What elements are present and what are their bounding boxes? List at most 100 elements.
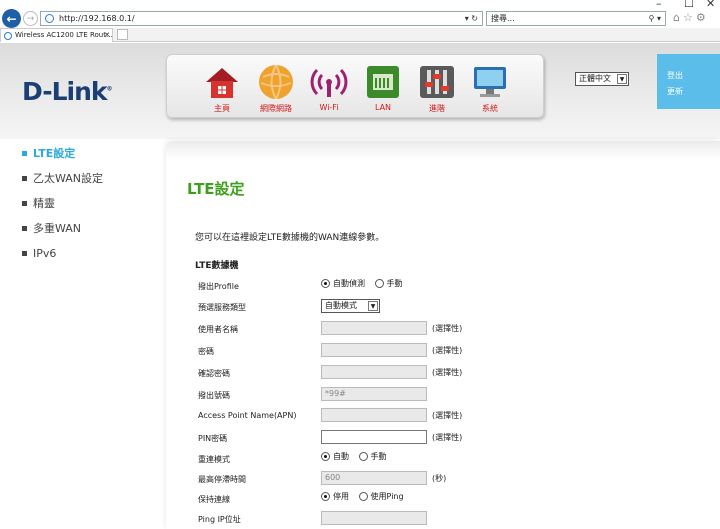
- row-dial-number: 撥出號碼 *99#: [198, 387, 718, 403]
- tab-title: Wireless AC1200 LTE Rout...: [15, 31, 113, 39]
- logout-link[interactable]: 登出: [667, 68, 720, 84]
- home-browser-icon[interactable]: ⌂: [673, 11, 683, 24]
- confirm-password-label: 確認密碼: [198, 369, 230, 378]
- bullet-icon: [22, 251, 27, 256]
- search-box[interactable]: 搜尋... ⚲ ▾: [486, 11, 666, 26]
- sidebar-item-label: 精靈: [33, 197, 55, 210]
- window-titlebar: – ☐ ✕: [0, 0, 720, 10]
- forward-button[interactable]: →: [23, 11, 38, 26]
- page-icon: [45, 14, 54, 23]
- refresh-icon[interactable]: ▾ ↻: [465, 12, 478, 25]
- pin-note: (選擇性): [432, 432, 463, 442]
- apn-label: Access Point Name(APN): [198, 411, 297, 420]
- home-icon: [203, 63, 241, 101]
- service-select[interactable]: 自動模式 ▼: [321, 299, 380, 313]
- nav-advanced[interactable]: 進階: [412, 63, 462, 115]
- sidebar-item-wizard[interactable]: 精靈: [22, 197, 152, 222]
- dlink-logo: D-Link®: [22, 77, 113, 106]
- sidebar-item-multi-wan[interactable]: 多重WAN: [22, 222, 152, 247]
- idle-time-input[interactable]: 600: [321, 471, 427, 485]
- new-tab-button[interactable]: [117, 29, 128, 40]
- keepalive-ping-radio[interactable]: [358, 492, 368, 501]
- reconnect-label: 重連模式: [198, 455, 230, 464]
- confirm-password-input[interactable]: [321, 365, 427, 379]
- idle-time-label: 最高停滯時間: [198, 475, 246, 484]
- sidebar-item-label: LTE設定: [33, 147, 76, 160]
- nav-system[interactable]: 系統: [465, 63, 515, 115]
- back-button[interactable]: ←: [2, 9, 21, 28]
- bullet-icon: [22, 176, 27, 181]
- ping-ip-label: Ping IP位址: [198, 515, 241, 524]
- pin-input[interactable]: [321, 430, 427, 444]
- sidebar-item-ethernet-wan[interactable]: 乙太WAN設定: [22, 172, 152, 197]
- profile-auto-label: 自動偵測: [333, 279, 365, 288]
- content-panel: LTE設定 您可以在這裡設定LTE數據機的WAN連線參數。 LTE數據機 撥出P…: [166, 141, 720, 529]
- nav-wifi-label: Wi-Fi: [319, 103, 339, 112]
- reconnect-auto-label: 自動: [333, 452, 349, 461]
- profile-label: 撥出Profile: [198, 282, 239, 291]
- service-label: 預選服務類型: [198, 303, 246, 312]
- profile-auto-radio[interactable]: [321, 279, 330, 288]
- wifi-icon: [310, 63, 348, 101]
- service-value: 自動模式: [325, 301, 357, 310]
- main-nav: 主頁 網際網路 Wi-Fi LAN 進階 系統: [166, 54, 544, 118]
- row-username: 使用者名稱 (選擇性): [198, 321, 718, 337]
- row-password: 密碼 (選擇性): [198, 343, 718, 359]
- sidebar-item-ipv6[interactable]: IPv6: [22, 247, 152, 272]
- chevron-down-icon: ▼: [617, 74, 627, 84]
- keepalive-disable-label: 停用: [333, 492, 349, 501]
- profile-manual-radio[interactable]: [374, 279, 384, 288]
- confirm-password-note: (選擇性): [432, 367, 463, 377]
- language-select[interactable]: 正體中文 ▼: [575, 72, 629, 86]
- row-profile: 撥出Profile 自動偵測 手動: [198, 278, 718, 294]
- search-placeholder: 搜尋...: [491, 14, 515, 23]
- browser-tab[interactable]: Wireless AC1200 LTE Rout... ✕: [0, 28, 113, 42]
- nav-lan-label: LAN: [374, 103, 392, 112]
- nav-system-label: 系統: [482, 104, 498, 113]
- language-value: 正體中文: [579, 74, 611, 83]
- nav-home[interactable]: 主頁: [197, 63, 247, 115]
- password-label: 密碼: [198, 347, 214, 356]
- address-bar[interactable]: http://192.168.0.1/ ▾ ↻: [40, 11, 483, 26]
- username-input[interactable]: [321, 321, 427, 335]
- ping-ip-input[interactable]: [321, 511, 427, 525]
- row-confirm-password: 確認密碼 (選擇性): [198, 365, 718, 381]
- row-pin: PIN密碼 (選擇性): [198, 430, 718, 446]
- row-service: 預選服務類型 自動模式 ▼: [198, 299, 718, 315]
- account-panel: 登出 更新: [657, 54, 720, 109]
- sidebar-item-label: 多重WAN: [33, 222, 82, 235]
- lan-icon: [364, 63, 402, 101]
- row-apn: Access Point Name(APN) (選擇性): [198, 408, 718, 424]
- nav-lan[interactable]: LAN: [358, 63, 408, 115]
- content-top-shade: [166, 141, 720, 159]
- dial-number-label: 撥出號碼: [198, 391, 230, 400]
- keepalive-label: 保持連線: [198, 495, 230, 504]
- tab-favicon: [4, 32, 12, 40]
- section-title: LTE數據機: [195, 261, 239, 271]
- settings-icon[interactable]: ⚙: [696, 11, 709, 24]
- row-ping-ip: Ping IP位址: [198, 511, 718, 527]
- username-note: (選擇性): [432, 323, 463, 333]
- dial-number-input[interactable]: *99#: [321, 387, 427, 401]
- router-page: D-Link® 主頁 網際網路 Wi-Fi LAN 進階 系統 正體中文 ▼ 登…: [0, 43, 720, 529]
- keepalive-disable-radio[interactable]: [321, 492, 330, 501]
- browser-toolbar: ← → http://192.168.0.1/ ▾ ↻ 搜尋... ⚲ ▾ ⌂☆…: [0, 8, 720, 28]
- sidebar-item-label: 乙太WAN設定: [33, 172, 104, 185]
- nav-internet[interactable]: 網際網路: [251, 63, 301, 115]
- password-input[interactable]: [321, 343, 427, 357]
- nav-advanced-label: 進階: [429, 104, 445, 113]
- row-keepalive: 保持連線 停用 使用Ping: [198, 491, 718, 507]
- apn-input[interactable]: [321, 408, 427, 422]
- page-description: 您可以在這裡設定LTE數據機的WAN連線參數。: [195, 233, 385, 243]
- update-link[interactable]: 更新: [667, 84, 720, 100]
- reconnect-manual-radio[interactable]: [358, 452, 368, 461]
- reconnect-auto-radio[interactable]: [321, 452, 330, 461]
- profile-manual-label: 手動: [386, 279, 403, 288]
- arrow-right-icon: →: [26, 13, 35, 24]
- favorites-icon[interactable]: ☆: [683, 11, 696, 24]
- sidebar-item-lte[interactable]: LTE設定: [22, 147, 152, 172]
- search-icon[interactable]: ⚲ ▾: [649, 12, 661, 25]
- tab-close-icon[interactable]: ✕: [104, 29, 110, 41]
- nav-wifi[interactable]: Wi-Fi: [304, 63, 354, 115]
- header: D-Link® 主頁 網際網路 Wi-Fi LAN 進階 系統 正體中文 ▼ 登…: [0, 43, 720, 139]
